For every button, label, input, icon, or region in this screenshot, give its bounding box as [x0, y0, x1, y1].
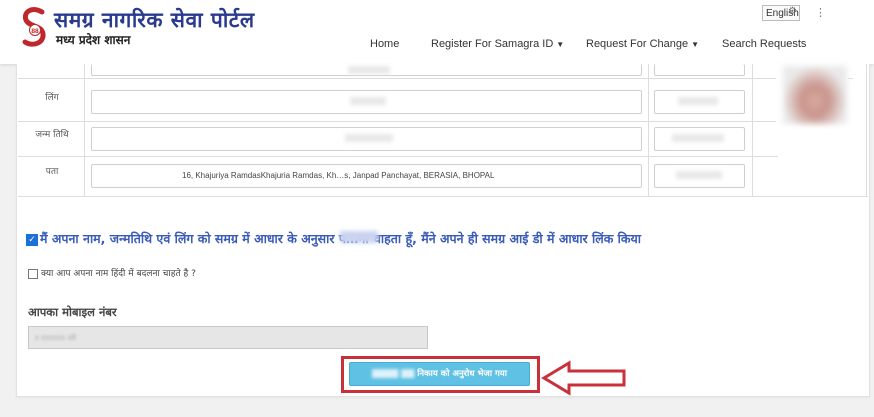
- hindi-name-question[interactable]: क्या आप अपना नाम हिंदी में बदलना चाहते ह…: [28, 266, 196, 279]
- checkbox-checked-icon[interactable]: ✓: [26, 233, 38, 246]
- redacted-value: [676, 171, 722, 179]
- chevron-down-icon: ▼: [556, 40, 565, 49]
- column-divider: [648, 64, 649, 196]
- redacted-value: [678, 97, 718, 105]
- svg-text:88: 88: [31, 28, 39, 35]
- redacted-value: [350, 97, 386, 105]
- nav-home[interactable]: Home: [370, 38, 399, 50]
- mobile-input[interactable]: x xxxxxx x8: [28, 326, 428, 349]
- row-divider: [18, 156, 778, 157]
- samagra-logo-icon[interactable]: 88: [22, 6, 48, 48]
- portal-subtitle: मध्य प्रदेश शासन: [56, 33, 131, 47]
- nav-register[interactable]: Register For Samagra ID ▼: [431, 38, 564, 50]
- chevron-down-icon: ▼: [691, 40, 700, 49]
- consent-checkbox-row[interactable]: ✓ मैं अपना नाम, जन्मतिथि एवं लिंग को समग्…: [26, 230, 641, 247]
- arrow-left-icon: [541, 360, 626, 396]
- nav-request-change[interactable]: Request For Change ▼: [586, 38, 699, 50]
- column-divider: [752, 64, 753, 196]
- gear-icon[interactable]: ⚙: [788, 6, 797, 17]
- nav-search-requests[interactable]: Search Requests: [722, 38, 806, 50]
- aadhaar-name-field[interactable]: [654, 64, 745, 76]
- column-divider: [84, 64, 85, 196]
- top-bar: 88 समग्र नागरिक सेवा पोर्टल मध्य प्रदेश …: [0, 0, 874, 64]
- redacted-value: [672, 134, 724, 142]
- menu-icon[interactable]: ⋮: [815, 6, 826, 19]
- gender-label: लिंग: [45, 93, 59, 103]
- address-field[interactable]: 16, Khajuriya RamdasKhajuria Ramdas, Kh……: [91, 164, 642, 188]
- mobile-label: आपका मोबाइल नंबर: [28, 305, 117, 319]
- checkbox-icon[interactable]: [28, 268, 38, 279]
- row-divider: [18, 78, 853, 79]
- row-divider: [18, 121, 778, 122]
- redacted-value: [348, 66, 390, 74]
- redacted-value: ▇▇▇▇ ▇▇: [372, 369, 418, 379]
- address-label: पता: [45, 167, 59, 177]
- dob-label: जन्म तिथि: [35, 130, 69, 140]
- portal-title: समग्र नागरिक सेवा पोर्टल: [54, 8, 255, 32]
- redacted-value: [345, 134, 393, 142]
- submit-request-button[interactable]: ▇▇▇▇ ▇▇ निकाय को अनुरोध भेजा गया: [349, 362, 530, 386]
- blurred-photo-image: [783, 66, 847, 124]
- row-divider: [18, 196, 868, 197]
- redacted-value: [340, 231, 378, 243]
- column-divider: [866, 64, 867, 196]
